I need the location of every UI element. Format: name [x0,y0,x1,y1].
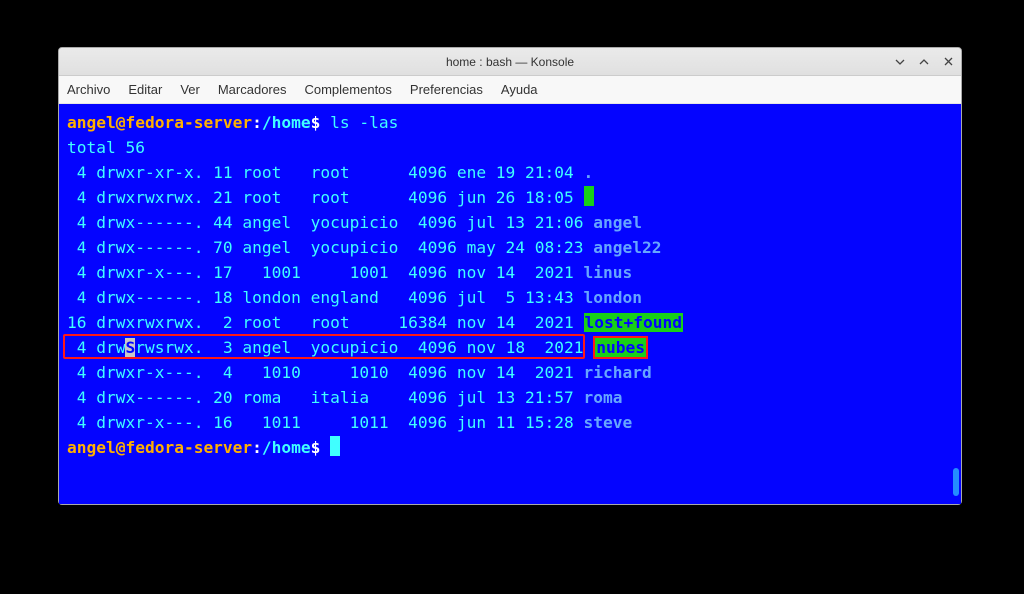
command-text: ls -las [330,113,398,132]
prompt-path: /home [262,438,311,457]
menu-preferencias[interactable]: Preferencias [410,82,483,97]
terminal-view[interactable]: angel@fedora-server:/home$ ls -lastotal … [59,104,961,504]
total-line: total 56 [67,135,953,160]
menu-archivo[interactable]: Archivo [67,82,110,97]
listing-row: 4 drwx------. 18 london england 4096 jul… [67,285,953,310]
entry-name: angel22 [593,238,661,257]
entry-name: steve [584,413,633,432]
entry-name: lost+found [584,313,683,332]
entry-name: richard [584,363,652,382]
konsole-window: home : bash — Konsole Archivo Editar Ver… [58,47,962,505]
prompt-symbol: $ [311,113,321,132]
prompt-path: /home [262,113,311,132]
entry-name: linus [584,263,633,282]
menu-editar[interactable]: Editar [128,82,162,97]
entry-name-parent [584,186,594,206]
listing-row: 4 drwSrwsrwx. 3 angel yocupicio 4096 nov… [67,335,953,360]
listing-row: 4 drwx------. 70 angel yocupicio 4096 ma… [67,235,953,260]
menubar: Archivo Editar Ver Marcadores Complement… [59,76,961,104]
prompt-user: angel@fedora-server [67,113,252,132]
listing-row: 4 drwx------. 44 angel yocupicio 4096 ju… [67,210,953,235]
entry-name-highlighted: nubes [593,336,648,359]
close-button[interactable] [941,55,955,69]
prompt-user: angel@fedora-server [67,438,252,457]
scrollbar-thumb[interactable] [953,468,959,496]
listing-row: 4 drwxr-x---. 16 1011 1011 4096 jun 11 1… [67,410,953,435]
entry-name: . [584,163,594,182]
menu-ayuda[interactable]: Ayuda [501,82,538,97]
window-controls [893,48,955,75]
window-title: home : bash — Konsole [446,55,574,69]
menu-complementos[interactable]: Complementos [304,82,391,97]
cursor [330,436,340,456]
prompt-line: angel@fedora-server:/home$ ls -las [67,110,953,135]
menu-ver[interactable]: Ver [180,82,200,97]
entry-name: london [584,288,642,307]
entry-name: roma [584,388,623,407]
minimize-button[interactable] [893,55,907,69]
prompt-symbol: $ [311,438,321,457]
listing-row: 4 drwx------. 20 roma italia 4096 jul 13… [67,385,953,410]
listing-row: 4 drwxr-xr-x. 11 root root 4096 ene 19 2… [67,160,953,185]
listing-row: 16 drwxrwxrwx. 2 root root 16384 nov 14 … [67,310,953,335]
listing-row: 4 drwxrwxrwx. 21 root root 4096 jun 26 1… [67,185,953,210]
maximize-button[interactable] [917,55,931,69]
titlebar[interactable]: home : bash — Konsole [59,48,961,76]
menu-marcadores[interactable]: Marcadores [218,82,287,97]
listing-row: 4 drwxr-x---. 17 1001 1001 4096 nov 14 2… [67,260,953,285]
entry-name: angel [593,213,642,232]
prompt-line: angel@fedora-server:/home$ [67,435,953,460]
listing-row: 4 drwxr-x---. 4 1010 1010 4096 nov 14 20… [67,360,953,385]
